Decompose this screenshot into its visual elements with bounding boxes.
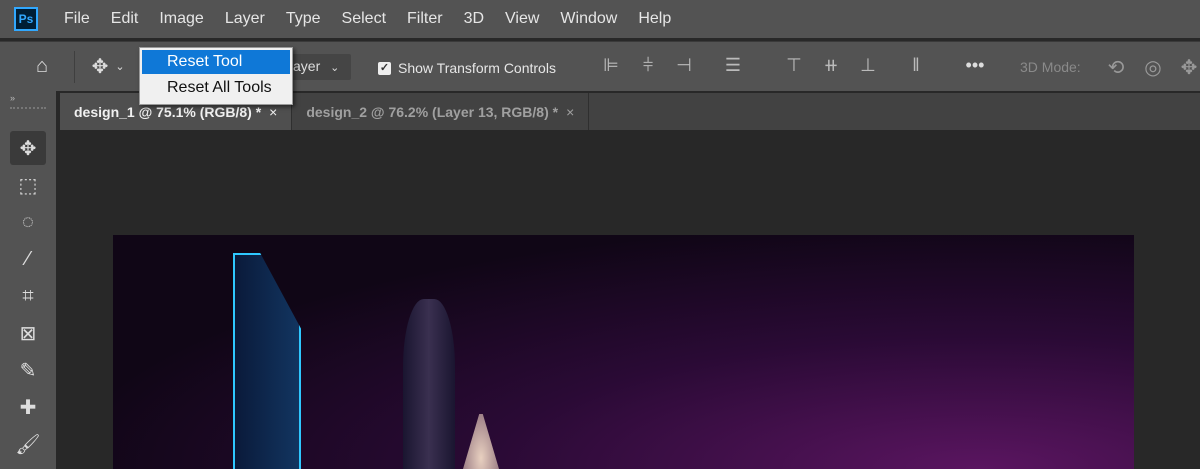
pearl-tower-image xyxy=(463,414,499,469)
3d-pan-icon[interactable]: ✥ xyxy=(1178,55,1200,79)
collapse-panel-icon[interactable]: » xyxy=(0,91,56,107)
align-bottom-icon[interactable]: ⊥ xyxy=(857,55,879,77)
brush-tool[interactable]: 🖌 xyxy=(10,427,46,461)
menu-help[interactable]: Help xyxy=(638,10,671,28)
align-vcenter-icon[interactable]: ⧺ xyxy=(820,55,842,77)
move-tool-icon[interactable]: ✥ xyxy=(87,54,113,79)
align-hcenter-icon[interactable]: ⫩ xyxy=(637,55,659,77)
menu-file[interactable]: File xyxy=(64,10,90,28)
rectangular-marquee-tool[interactable]: ⬚ xyxy=(10,168,46,202)
tools-panel: » ✥ ⬚ ◌ ⁄ ⌗ ⊠ ✎ ✚ 🖌 xyxy=(0,91,56,469)
home-icon[interactable]: ⌂ xyxy=(22,55,62,78)
magic-wand-tool[interactable]: ⁄ xyxy=(10,242,46,276)
photoshop-logo: Ps xyxy=(14,7,38,31)
align-right-icon[interactable]: ⊣ xyxy=(673,55,695,77)
tab-design-2[interactable]: design_2 @ 76.2% (Layer 13, RGB/8) * × xyxy=(292,93,590,130)
menu-edit[interactable]: Edit xyxy=(111,10,139,28)
close-icon[interactable]: × xyxy=(566,104,574,120)
tab-label: design_1 @ 75.1% (RGB/8) * xyxy=(74,103,262,120)
reset-tool-context-menu: Reset Tool Reset All Tools xyxy=(139,47,293,105)
menu-select[interactable]: Select xyxy=(342,10,386,28)
3d-rotate-icon[interactable]: ⟲ xyxy=(1105,55,1127,79)
chevron-down-icon: ⌄ xyxy=(330,62,340,74)
panel-grip[interactable] xyxy=(10,107,46,115)
menu-item-reset-all-tools[interactable]: Reset All Tools xyxy=(142,76,290,100)
menu-image[interactable]: Image xyxy=(159,10,203,28)
menu-item-reset-tool[interactable]: Reset Tool xyxy=(142,50,290,74)
crop-tool[interactable]: ⌗ xyxy=(10,279,46,313)
align-left-icon[interactable]: ⊫ xyxy=(600,55,622,77)
menu-type[interactable]: Type xyxy=(286,10,321,28)
distribute-vertical-icon[interactable]: ☰ xyxy=(722,55,744,77)
3d-mode-label: 3D Mode: xyxy=(1020,59,1081,75)
skyscraper-image xyxy=(233,253,301,469)
frame-tool[interactable]: ⊠ xyxy=(10,316,46,350)
3d-roll-icon[interactable]: ◎ xyxy=(1142,55,1164,79)
menu-3d[interactable]: 3D xyxy=(464,10,484,28)
tool-preset-chevron-icon[interactable]: ⌄ xyxy=(113,60,127,73)
healing-brush-tool[interactable]: ✚ xyxy=(10,390,46,424)
align-top-icon[interactable]: ⊤ xyxy=(783,55,805,77)
show-transform-label: Show Transform Controls xyxy=(398,60,556,76)
menu-window[interactable]: Window xyxy=(560,10,617,28)
tower-image xyxy=(403,299,455,469)
auto-select-dropdown[interactable]: ayer ⌄ xyxy=(285,54,351,80)
auto-select-value: ayer xyxy=(293,58,321,74)
more-options-icon[interactable]: ••• xyxy=(964,55,986,77)
tab-label: design_2 @ 76.2% (Layer 13, RGB/8) * xyxy=(306,103,559,120)
menu-layer[interactable]: Layer xyxy=(225,10,265,28)
checkbox-checked-icon[interactable]: ✓ xyxy=(378,61,391,75)
close-icon[interactable]: × xyxy=(269,104,277,120)
menu-view[interactable]: View xyxy=(505,10,539,28)
divider xyxy=(74,50,75,83)
menu-filter[interactable]: Filter xyxy=(407,10,443,28)
show-transform-controls[interactable]: ✓ Show Transform Controls xyxy=(378,60,556,76)
move-tool[interactable]: ✥ xyxy=(10,131,46,165)
menu-bar: Ps File Edit Image Layer Type Select Fil… xyxy=(0,0,1200,38)
distribute-horizontal-icon[interactable]: ‖ xyxy=(905,55,927,77)
lasso-tool[interactable]: ◌ xyxy=(10,205,46,239)
eyedropper-tool[interactable]: ✎ xyxy=(10,353,46,387)
document-canvas[interactable] xyxy=(113,235,1134,469)
